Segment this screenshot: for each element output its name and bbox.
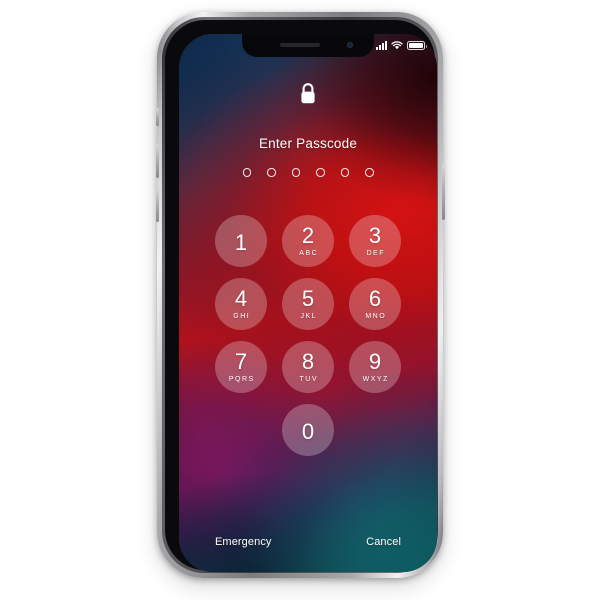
keypad-key-9[interactable]: 9 WXYZ: [349, 340, 401, 393]
keypad-letters: GHI: [233, 312, 251, 320]
keypad-key-1[interactable]: 1: [215, 214, 267, 267]
cancel-button[interactable]: Cancel: [366, 536, 401, 548]
volume-up-button[interactable]: [155, 144, 159, 178]
battery-icon: [407, 41, 427, 50]
keypad-letters: JKL: [300, 312, 318, 320]
passcode-dots: [242, 168, 374, 177]
keypad-key-6[interactable]: 6 MNO: [349, 277, 401, 330]
keypad-key-8[interactable]: 8 TUV: [282, 340, 334, 393]
keypad-digit: 3: [368, 222, 382, 248]
keypad-digit: 0: [301, 418, 315, 444]
signal-bars-icon: [376, 41, 387, 50]
wifi-icon: [391, 41, 403, 50]
screenshot-canvas: Enter Passcode 1 2 ABC 3 DEF 4 GHI 5 JKL…: [0, 0, 600, 600]
mute-switch[interactable]: [155, 108, 159, 126]
keypad-digit: 2: [301, 222, 315, 248]
volume-down-button[interactable]: [155, 188, 159, 222]
lock-screen: Enter Passcode 1 2 ABC 3 DEF 4 GHI 5 JKL…: [179, 34, 437, 572]
keypad-key-2[interactable]: 2 ABC: [282, 214, 334, 267]
keypad-key-3[interactable]: 3 DEF: [349, 214, 401, 267]
battery-fill: [409, 43, 423, 48]
keypad-key-7[interactable]: 7 PQRS: [215, 340, 267, 393]
phone-screen[interactable]: Enter Passcode 1 2 ABC 3 DEF 4 GHI 5 JKL…: [179, 34, 437, 572]
keypad-digit: 7: [234, 348, 248, 374]
status-bar: [179, 34, 437, 57]
keypad-digit: 9: [368, 348, 382, 374]
keypad-key-0[interactable]: 0: [282, 403, 334, 456]
keypad-letters: WXYZ: [362, 375, 389, 383]
keypad-letters: PQRS: [228, 375, 255, 383]
passcode-dot: [340, 168, 349, 177]
passcode-dot: [291, 168, 300, 177]
passcode-dot: [242, 168, 251, 177]
page-title: Enter Passcode: [258, 136, 358, 151]
keypad-digit: 4: [234, 285, 248, 311]
passcode-keypad: 1 2 ABC 3 DEF 4 GHI 5 JKL 6 MNO 7 PQRS 8…: [215, 214, 401, 456]
keypad-letters: MNO: [365, 312, 387, 320]
keypad-letters: ABC: [299, 249, 319, 257]
keypad-digit: 5: [301, 285, 315, 311]
keypad-key-5[interactable]: 5 JKL: [282, 277, 334, 330]
bottom-actions: Emergency Cancel: [179, 536, 437, 548]
passcode-dot: [365, 168, 374, 177]
keypad-digit: 6: [368, 285, 382, 311]
keypad-digit: 1: [234, 229, 248, 255]
lock-closed-icon: [299, 82, 317, 110]
device-bezel: Enter Passcode 1 2 ABC 3 DEF 4 GHI 5 JKL…: [165, 20, 437, 572]
passcode-dot: [316, 168, 325, 177]
keypad-letters: DEF: [366, 249, 385, 257]
keypad-letters: TUV: [299, 375, 318, 383]
passcode-dot: [267, 168, 276, 177]
power-button[interactable]: [441, 164, 445, 220]
keypad-key-4[interactable]: 4 GHI: [215, 277, 267, 330]
iphone-device: Enter Passcode 1 2 ABC 3 DEF 4 GHI 5 JKL…: [155, 12, 445, 578]
emergency-button[interactable]: Emergency: [215, 536, 272, 548]
keypad-digit: 8: [301, 348, 315, 374]
